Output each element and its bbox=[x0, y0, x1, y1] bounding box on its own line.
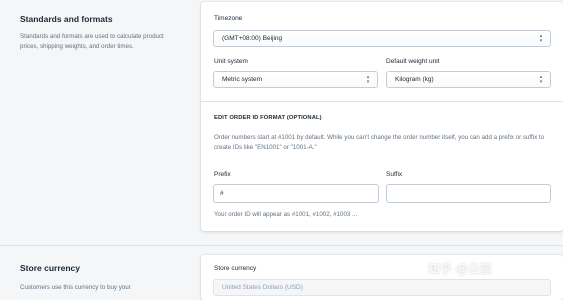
timezone-value: (GMT+08:00) Beijing bbox=[222, 35, 283, 42]
currency-card: Store currency United States Dollars (US… bbox=[201, 255, 563, 300]
order-id-preview: Your order ID will appear as #1001, #100… bbox=[214, 211, 358, 218]
unit-system-label: Unit system bbox=[214, 58, 248, 65]
prefix-label: Prefix bbox=[214, 171, 231, 178]
currency-section-description: Customers use this currency to buy your bbox=[20, 284, 131, 291]
currency-select[interactable]: United States Dollars (USD) bbox=[213, 279, 551, 296]
standards-section-info: Standards and formats Standards and form… bbox=[20, 14, 180, 52]
watermark: 知乎 @云鹤 bbox=[428, 262, 492, 276]
timezone-label: Timezone bbox=[214, 15, 243, 22]
currency-label: Store currency bbox=[214, 265, 257, 272]
card-divider bbox=[201, 101, 563, 102]
section-divider bbox=[0, 245, 563, 246]
select-chevron-icon: ▴ ▾ bbox=[539, 33, 543, 44]
standards-section-title: Standards and formats bbox=[20, 14, 113, 24]
prefix-input[interactable]: # bbox=[213, 184, 379, 203]
select-chevron-icon: ▴ ▾ bbox=[366, 74, 370, 85]
weight-unit-select[interactable]: Kilogram (kg) ▴ ▾ bbox=[386, 71, 551, 88]
order-id-help-text: Order numbers start at #1001 by default.… bbox=[214, 134, 545, 151]
unit-system-value: Metric system bbox=[222, 76, 263, 83]
suffix-input[interactable] bbox=[386, 184, 551, 203]
standards-section-description: Standards and formats are used to calcul… bbox=[20, 33, 164, 50]
weight-unit-value: Kilogram (kg) bbox=[395, 76, 434, 83]
select-chevron-icon: ▴ ▾ bbox=[539, 74, 543, 85]
order-id-heading: EDIT ORDER ID FORMAT (OPTIONAL) bbox=[214, 115, 322, 121]
prefix-value: # bbox=[220, 190, 224, 197]
currency-section-title: Store currency bbox=[20, 263, 80, 273]
standards-card: Timezone (GMT+08:00) Beijing ▴ ▾ Unit sys… bbox=[201, 2, 563, 231]
suffix-label: Suffix bbox=[386, 171, 403, 178]
timezone-select[interactable]: (GMT+08:00) Beijing ▴ ▾ bbox=[213, 30, 551, 47]
unit-system-select[interactable]: Metric system ▴ ▾ bbox=[213, 71, 378, 88]
weight-unit-label: Default weight unit bbox=[386, 58, 440, 65]
currency-value: United States Dollars (USD) bbox=[222, 284, 303, 291]
currency-section-info: Store currency Customers use this curren… bbox=[20, 263, 180, 293]
